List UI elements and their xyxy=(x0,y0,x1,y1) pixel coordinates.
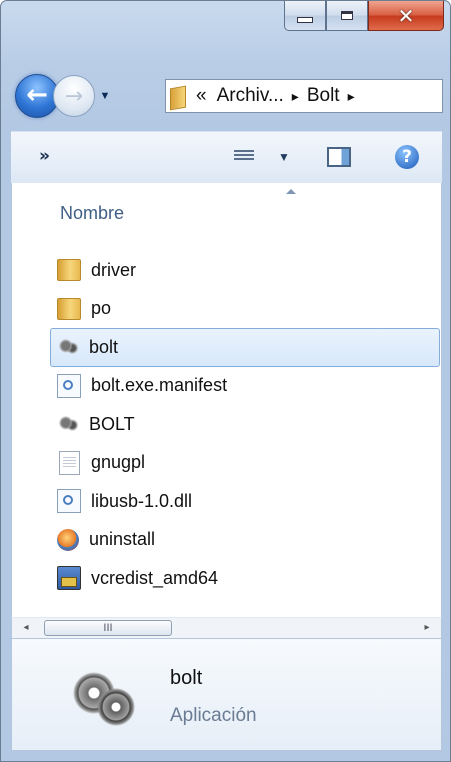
list-item-bolt-exe-manifest[interactable]: bolt.exe.manifest xyxy=(50,367,440,406)
file-name: gnugpl xyxy=(91,452,146,473)
application-icon xyxy=(57,336,79,359)
file-name: vcredist_amd64 xyxy=(91,567,219,588)
setup-icon xyxy=(57,528,79,551)
file-name: bolt.exe.manifest xyxy=(91,375,228,396)
text-document-icon xyxy=(59,450,80,475)
file-name: BOLT xyxy=(89,413,135,434)
file-name: uninstall xyxy=(89,529,156,550)
list-item-BOLT[interactable]: BOLT xyxy=(50,405,440,444)
file-name: driver xyxy=(91,259,137,280)
application-icon xyxy=(57,413,79,436)
help-icon[interactable]: ? xyxy=(395,145,419,169)
breadcrumb-overflow-button[interactable]: « xyxy=(196,85,207,107)
navigation-buttons: ← → ▼ xyxy=(15,73,112,119)
maximize-icon xyxy=(341,11,353,20)
list-item-vcredist-amd64[interactable]: vcredist_amd64 xyxy=(50,559,440,598)
explorer-window: ✕ ← → ▼ « Archiv... ▸ Bolt ▸ » ▼ ? Nombr… xyxy=(0,0,451,762)
list-item-bolt[interactable]: bolt xyxy=(50,328,440,367)
config-file-icon xyxy=(57,489,81,514)
caption-buttons: ✕ xyxy=(284,1,444,41)
selected-item-type: Aplicación xyxy=(170,705,257,726)
folder-icon xyxy=(170,85,188,107)
selected-item-name: bolt xyxy=(170,667,203,689)
scrollbar-thumb[interactable]: III xyxy=(44,620,172,636)
list-item-driver[interactable]: driver xyxy=(50,251,440,290)
minimize-button[interactable] xyxy=(284,1,326,31)
forward-button[interactable]: → xyxy=(53,75,95,117)
breadcrumb-separator[interactable]: ▸ xyxy=(348,88,355,105)
file-name: po xyxy=(91,298,112,319)
folder-icon xyxy=(57,297,81,320)
config-file-icon xyxy=(57,373,81,398)
horizontal-scrollbar[interactable]: ◂ III ▸ xyxy=(11,617,442,639)
file-name: bolt xyxy=(89,336,119,357)
back-arrow-icon: ← xyxy=(26,80,48,110)
installer-icon xyxy=(57,566,81,591)
list-item-po[interactable]: po xyxy=(50,290,440,329)
list-item-gnugpl[interactable]: gnugpl xyxy=(50,444,440,483)
recent-pages-button[interactable]: ▼ xyxy=(98,90,112,102)
file-list-pane: Nombre driver po bolt bolt.exe.manifest … xyxy=(11,183,442,617)
scroll-right-arrow-icon[interactable]: ▸ xyxy=(419,620,435,636)
application-gears-icon xyxy=(68,667,138,729)
minimize-icon xyxy=(297,16,313,23)
close-icon: ✕ xyxy=(397,3,415,28)
list-item-libusb-dll[interactable]: libusb-1.0.dll xyxy=(50,482,440,521)
file-name: libusb-1.0.dll xyxy=(91,490,193,511)
scroll-left-arrow-icon[interactable]: ◂ xyxy=(18,620,34,636)
change-view-icon[interactable] xyxy=(234,150,254,164)
forward-arrow-icon: → xyxy=(64,83,84,109)
close-button[interactable]: ✕ xyxy=(368,1,444,31)
breadcrumb-separator[interactable]: ▸ xyxy=(292,88,299,105)
maximize-button[interactable] xyxy=(326,1,368,31)
column-header-name[interactable]: Nombre xyxy=(60,203,124,224)
more-options-button[interactable]: ▼ xyxy=(278,150,290,164)
breadcrumb-archiv[interactable]: Archiv... xyxy=(217,85,284,107)
details-pane: bolt Aplicación xyxy=(11,639,442,751)
sort-ascending-icon xyxy=(286,189,296,194)
folder-icon xyxy=(57,259,81,282)
file-list: driver po bolt bolt.exe.manifest BOLT gn… xyxy=(50,251,440,598)
list-item-uninstall[interactable]: uninstall xyxy=(50,521,440,560)
toolbar-overflow-button[interactable]: » xyxy=(39,146,50,166)
address-bar[interactable]: « Archiv... ▸ Bolt ▸ xyxy=(165,79,443,113)
command-bar: » ▼ ? xyxy=(11,131,442,183)
preview-pane-icon[interactable] xyxy=(327,147,351,167)
breadcrumb-bolt[interactable]: Bolt xyxy=(307,85,340,107)
